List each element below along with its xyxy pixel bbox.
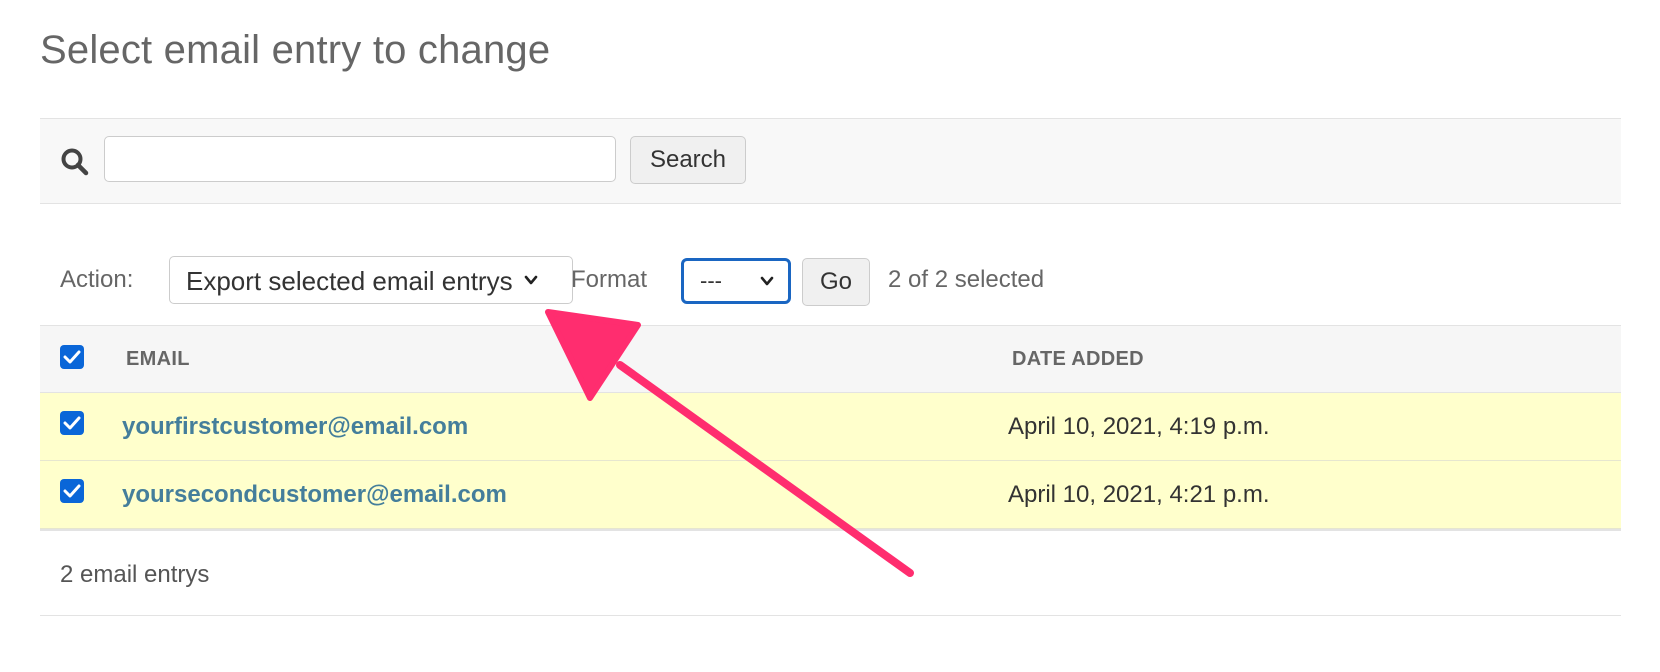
table-header: EMAIL DATE ADDED (40, 325, 1621, 393)
result-count-footer: 2 email entrys (40, 529, 1621, 616)
row-checkbox[interactable] (60, 411, 84, 435)
action-label: Action: (60, 266, 134, 293)
email-link[interactable]: yourfirstcustomer@email.com (122, 413, 468, 441)
checkmark-icon (63, 416, 81, 430)
format-label: Format (571, 266, 648, 293)
go-button[interactable]: Go (802, 258, 870, 306)
search-button[interactable]: Search (630, 136, 746, 184)
chevron-down-icon (760, 276, 774, 286)
table-row: yoursecondcustomer@email.com April 10, 2… (40, 461, 1621, 529)
column-header-date-added[interactable]: DATE ADDED (1012, 348, 1144, 371)
search-toolbar: Search (40, 118, 1621, 204)
table-row: yourfirstcustomer@email.com April 10, 20… (40, 393, 1621, 461)
search-input[interactable] (104, 136, 616, 182)
page-title: Select email entry to change (40, 28, 551, 72)
date-added-cell: April 10, 2021, 4:19 p.m. (1008, 413, 1270, 440)
checkmark-icon (63, 484, 81, 498)
format-select[interactable]: --- (681, 258, 791, 304)
search-icon (61, 148, 89, 176)
row-checkbox[interactable] (60, 479, 84, 503)
results-table: EMAIL DATE ADDED yourfirstcustomer@email… (40, 325, 1621, 616)
format-select-value: --- (700, 268, 722, 293)
chevron-down-icon (524, 275, 538, 285)
email-link[interactable]: yoursecondcustomer@email.com (122, 481, 507, 509)
actions-bar: Action: Export selected email entrys For… (40, 246, 1621, 316)
checkmark-icon (63, 350, 81, 364)
column-header-email[interactable]: EMAIL (126, 348, 190, 371)
date-added-cell: April 10, 2021, 4:21 p.m. (1008, 481, 1270, 508)
action-select-value: Export selected email entrys (186, 266, 513, 296)
result-count: 2 email entrys (60, 561, 210, 588)
select-all-checkbox[interactable] (60, 345, 84, 369)
selection-count: 2 of 2 selected (888, 266, 1045, 293)
admin-changelist-page: Select email entry to change Search Acti… (0, 0, 1660, 672)
action-select[interactable]: Export selected email entrys (169, 256, 573, 304)
